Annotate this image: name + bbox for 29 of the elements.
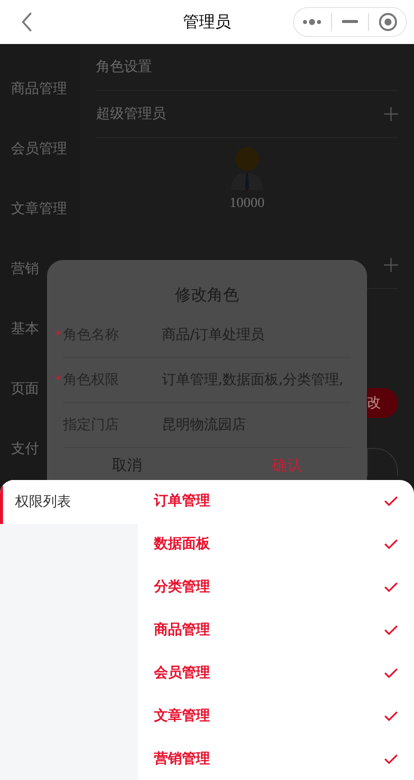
permission-item[interactable]: 分类管理 [154, 578, 210, 596]
permission-item[interactable]: 订单管理 [154, 492, 210, 510]
menu-item[interactable]: 文章管理 [11, 179, 67, 239]
minimize-icon[interactable] [342, 20, 358, 24]
member-id: 10000 [230, 196, 264, 212]
more-icon[interactable] [302, 18, 322, 26]
menu-item[interactable]: 商品管理 [11, 59, 67, 119]
permission-item[interactable]: 数据面板 [154, 535, 210, 554]
edit-button[interactable]: 改 [367, 388, 398, 418]
permission-item[interactable]: 文章管理 [154, 706, 210, 725]
menu-item[interactable]: 营销 [11, 239, 39, 299]
avatar-icon [229, 146, 265, 192]
section-title: 角色设置 [96, 58, 152, 76]
permission-item[interactable]: 会员管理 [154, 664, 210, 682]
menu-item[interactable]: 页面 [11, 359, 39, 419]
permission-item[interactable]: 营销管理 [154, 750, 210, 768]
back-icon[interactable] [20, 12, 34, 32]
plus-icon[interactable] [384, 107, 398, 121]
menu-item[interactable]: 会员管理 [11, 119, 67, 179]
plus-icon[interactable] [384, 258, 398, 272]
required-mark: * [55, 328, 62, 342]
menu-item[interactable]: 基本 [11, 299, 39, 359]
close-icon[interactable] [378, 12, 398, 32]
sheet-tab[interactable]: 权限列表 [0, 480, 138, 524]
menu-item[interactable]: 支付 [11, 419, 39, 479]
role-name: 超级管理员 [96, 105, 166, 123]
required-mark: * [55, 373, 62, 387]
permission-item[interactable]: 商品管理 [154, 621, 210, 639]
page-title: 管理员 [183, 12, 231, 32]
